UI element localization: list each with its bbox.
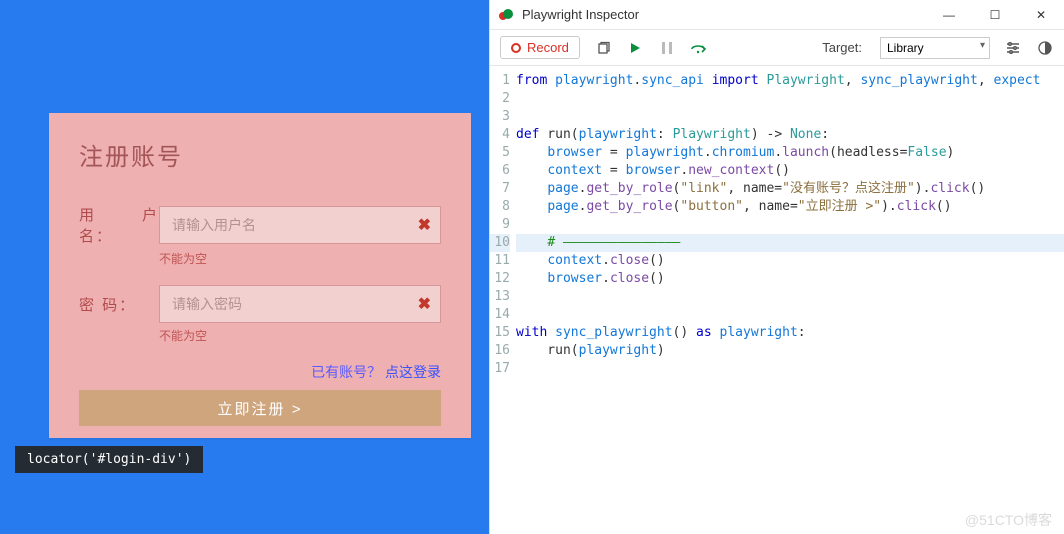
password-error: 不能为空	[159, 327, 441, 344]
form-title: 注册账号	[79, 137, 441, 172]
login-link-prefix: 已有账号？	[311, 364, 381, 380]
pause-icon[interactable]	[658, 39, 676, 57]
username-label: 用 户 名：	[79, 204, 159, 246]
maximize-button[interactable]: ☐	[972, 0, 1018, 30]
playwright-inspector-window: Playwright Inspector ― ☐ ✕ Record Target…	[489, 0, 1064, 534]
clear-username-icon[interactable]: ✖	[418, 215, 431, 235]
register-submit-button[interactable]: 立即注册 >	[79, 390, 441, 426]
username-input-wrap: ✖	[159, 206, 441, 244]
login-link[interactable]: 点这登录	[385, 364, 441, 380]
row-password: 密 码： ✖	[79, 285, 441, 323]
password-input-wrap: ✖	[159, 285, 441, 323]
line-gutter: 1234567891011121314151617	[490, 72, 516, 534]
target-label: Target:	[822, 40, 862, 55]
theme-toggle-icon[interactable]	[1036, 39, 1054, 57]
titlebar: Playwright Inspector ― ☐ ✕	[490, 0, 1064, 30]
record-label: Record	[527, 40, 569, 55]
step-over-icon[interactable]	[690, 39, 708, 57]
minimize-button[interactable]: ―	[926, 0, 972, 30]
settings-icon[interactable]	[1004, 39, 1022, 57]
target-select[interactable]: Library	[880, 37, 990, 59]
close-button[interactable]: ✕	[1018, 0, 1064, 30]
clear-password-icon[interactable]: ✖	[418, 294, 431, 314]
record-icon	[511, 43, 521, 53]
username-error: 不能为空	[159, 250, 441, 267]
window-title: Playwright Inspector	[522, 7, 926, 22]
record-button[interactable]: Record	[500, 36, 580, 59]
username-input[interactable]	[159, 206, 441, 244]
play-icon[interactable]	[626, 39, 644, 57]
window-controls: ― ☐ ✕	[926, 0, 1064, 30]
toolbar: Record Target: Library	[490, 30, 1064, 66]
code-content: from playwright.sync_api import Playwrig…	[516, 72, 1064, 534]
watermark: @51CTO博客	[965, 510, 1052, 530]
code-editor[interactable]: 1234567891011121314151617 from playwrigh…	[490, 66, 1064, 534]
locator-tooltip: locator('#login-div')	[15, 446, 203, 473]
app-icon	[498, 7, 514, 23]
browser-viewport: 注册账号 用 户 名： ✖ 不能为空 密 码： ✖ 不能为空 已有账号？ 点这登…	[0, 0, 489, 534]
password-input[interactable]	[159, 285, 441, 323]
register-form-card: 注册账号 用 户 名： ✖ 不能为空 密 码： ✖ 不能为空 已有账号？ 点这登…	[49, 113, 471, 438]
copy-icon[interactable]	[594, 39, 612, 57]
password-label: 密 码：	[79, 294, 159, 315]
login-link-row: 已有账号？ 点这登录	[79, 362, 441, 382]
row-username: 用 户 名： ✖	[79, 204, 441, 246]
